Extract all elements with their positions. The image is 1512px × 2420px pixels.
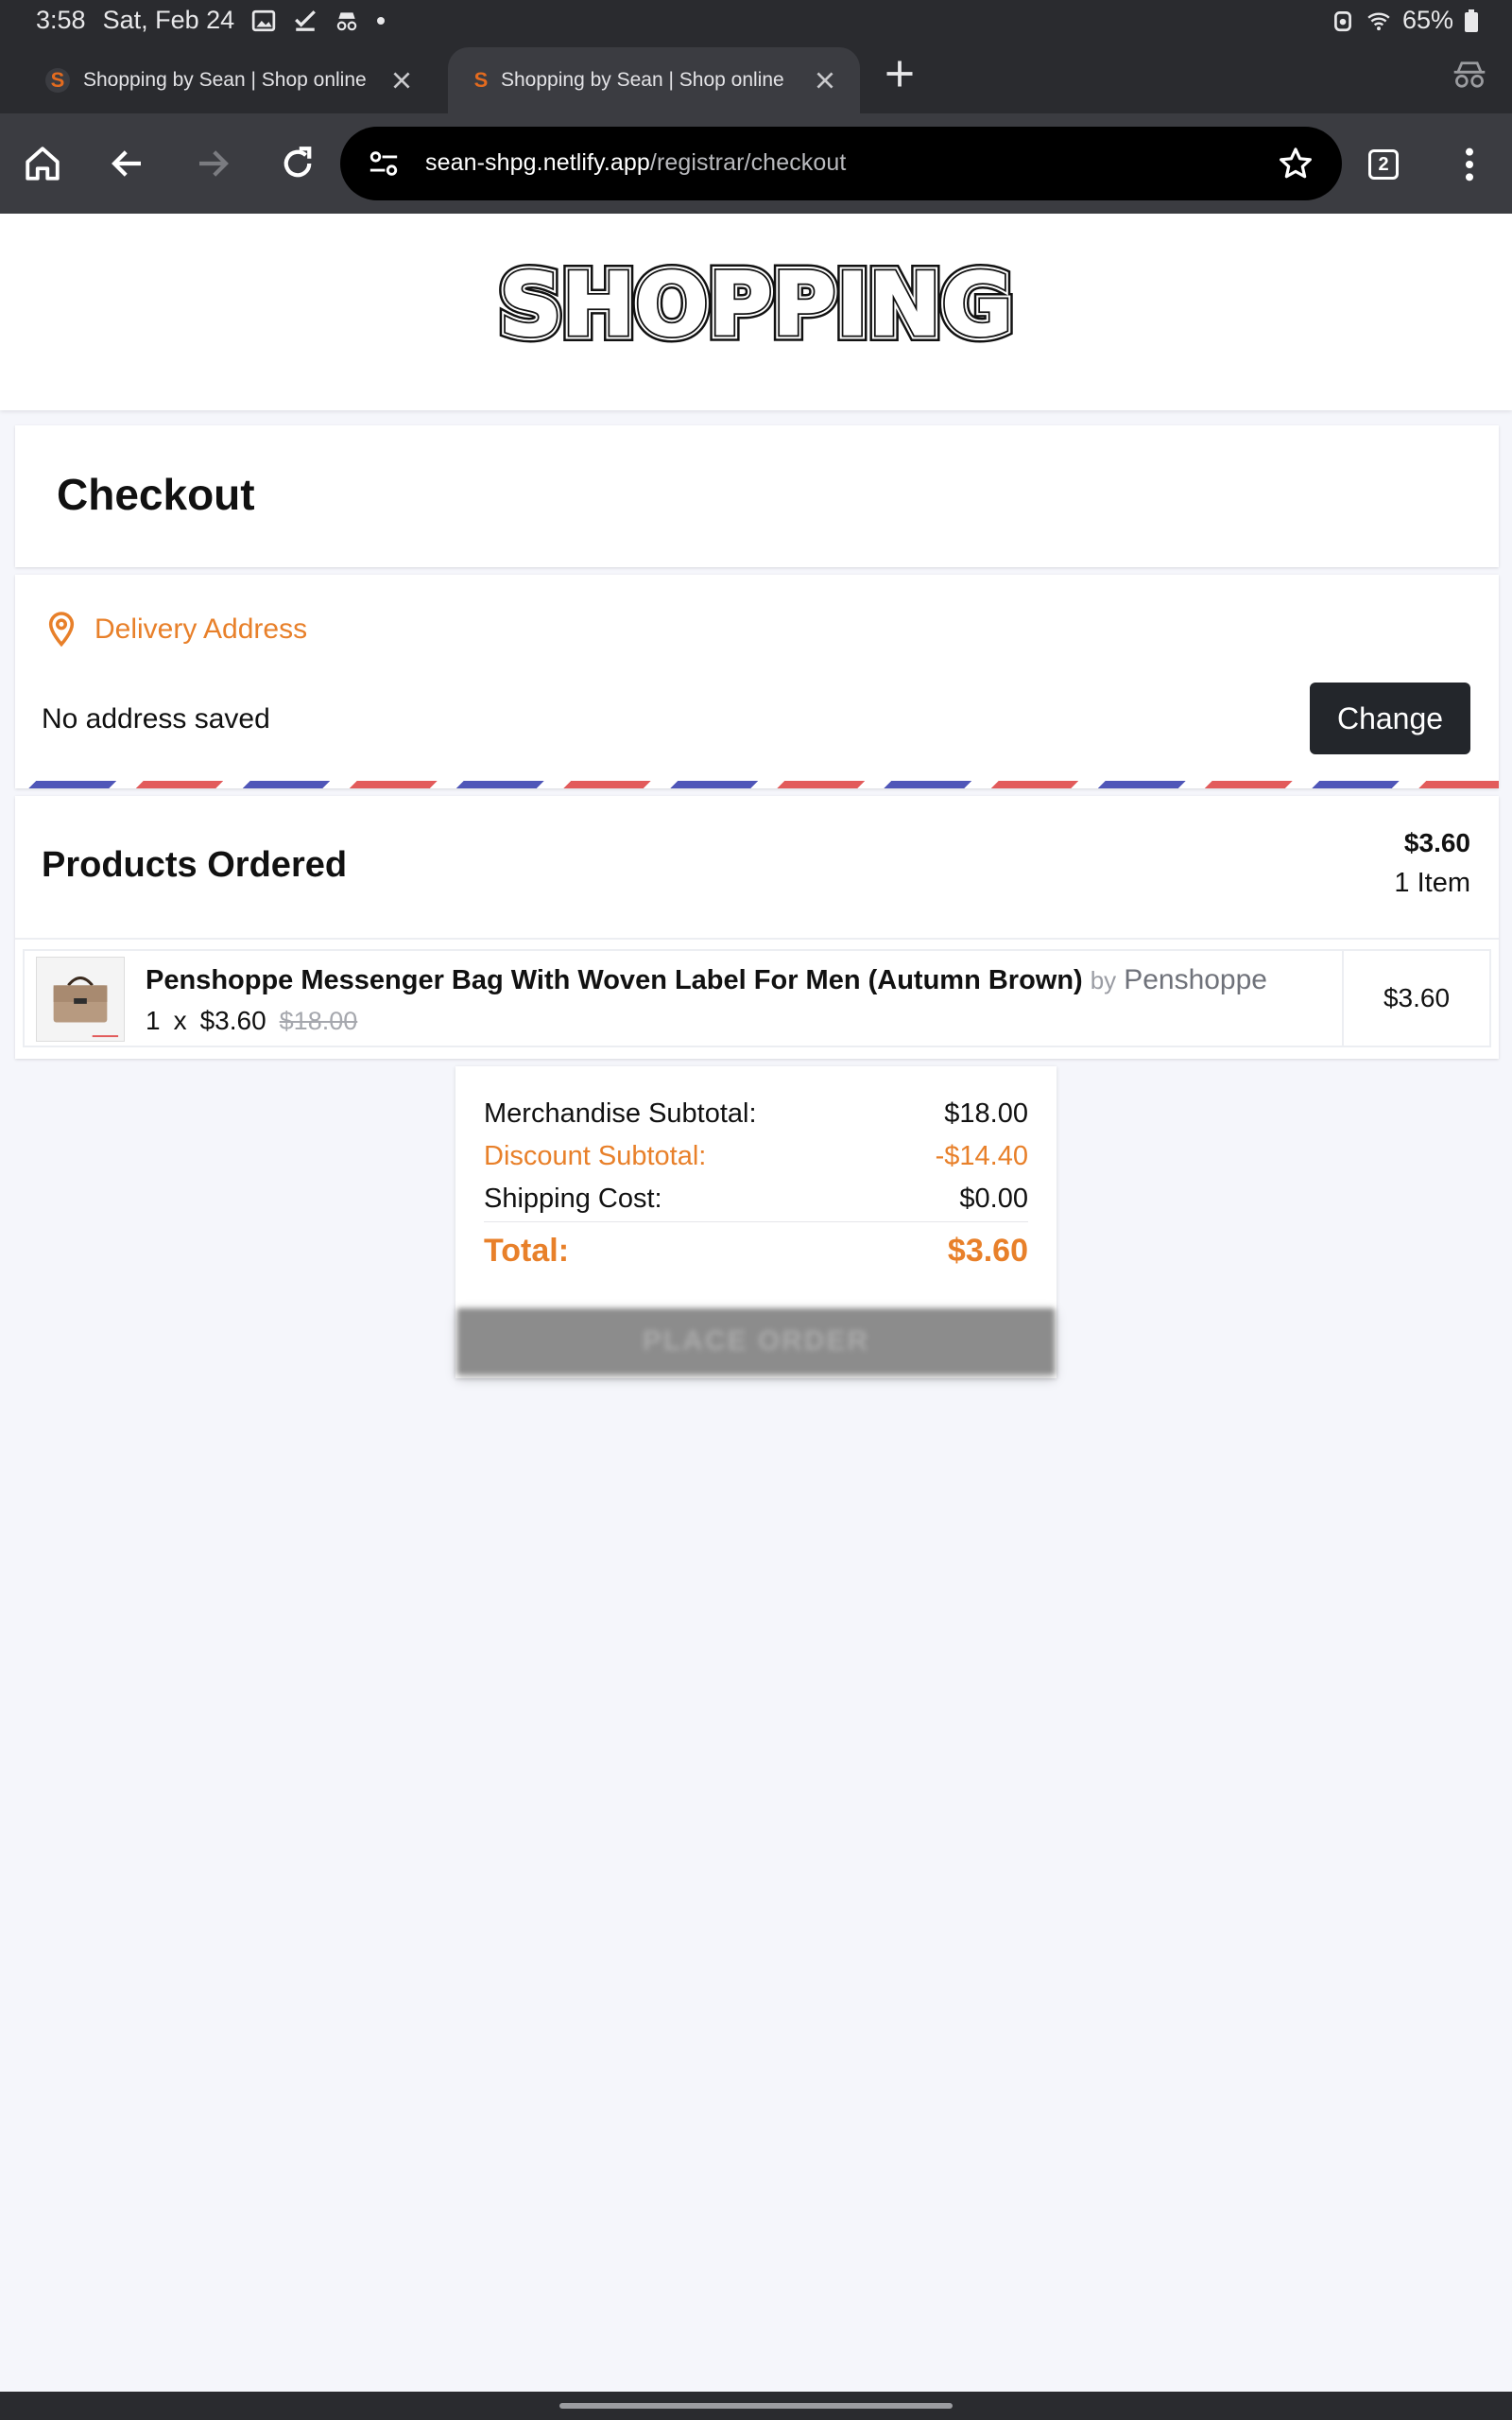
dot-icon [377, 16, 386, 25]
tab-shopping-2[interactable]: S Shopping by Sean | Shop online [448, 47, 860, 113]
order-summary: Merchandise Subtotal: $18.00 Discount Su… [455, 1066, 1057, 1378]
merchandise-subtotal-row: Merchandise Subtotal: $18.00 [484, 1098, 1028, 1130]
change-address-button[interactable]: Change [1310, 683, 1470, 754]
system-nav-bar [0, 2392, 1512, 2420]
tab-title: Shopping by Sean | Shop online [501, 69, 784, 91]
home-icon[interactable] [23, 144, 62, 183]
reload-icon[interactable] [278, 144, 318, 183]
browser-toolbar: sean-shpg.netlify.app/registrar/checkout… [0, 113, 1512, 214]
site-settings-icon[interactable] [367, 147, 401, 180]
gesture-handle[interactable] [559, 2403, 953, 2409]
products-summary: $3.60 1 Item [1394, 828, 1470, 899]
shopping-logo[interactable]: SHOPPING SHOPPING SHOPPING SHOPPING SHOP… [484, 257, 1028, 352]
product-line-total: $3.60 [1342, 951, 1489, 1046]
delivery-heading-label: Delivery Address [94, 614, 308, 645]
products-ordered-card: Products Ordered $3.60 1 Item Penshoppe … [15, 796, 1499, 1059]
merchandise-subtotal-label: Merchandise Subtotal: [484, 1098, 757, 1129]
site-favicon: S [45, 68, 70, 93]
check-icon [295, 9, 317, 31]
logo-inner: SHOPPING [499, 257, 1012, 352]
tab-title: Shopping by Sean | Shop online [83, 69, 367, 91]
site-favicon: S [473, 68, 489, 92]
alarm-icon [1334, 10, 1351, 31]
product-qty: 1 [146, 1006, 161, 1035]
product-row[interactable]: Penshoppe Messenger Bag With Woven Label… [23, 949, 1491, 1047]
site-header: SHOPPING SHOPPING SHOPPING SHOPPING SHOP… [0, 214, 1512, 410]
tab-switcher-button[interactable]: 2 [1368, 149, 1399, 180]
url-host: sean-shpg.netlify.app [425, 149, 650, 176]
product-times: x [173, 1006, 187, 1035]
product-original-price: $18.00 [279, 1007, 358, 1035]
product-by: by [1090, 966, 1117, 994]
divider [15, 938, 1499, 940]
discount-subtotal-label: Discount Subtotal: [484, 1141, 707, 1171]
incognito-tabs-icon[interactable] [1452, 59, 1487, 91]
status-bar: 3:58 Sat, Feb 24 65% [0, 0, 1512, 43]
total-value: $3.60 [947, 1233, 1028, 1269]
shipping-cost-value: $0.00 [959, 1184, 1028, 1214]
product-name[interactable]: Penshoppe Messenger Bag With Woven Label… [146, 964, 1267, 996]
shipping-cost-row: Shipping Cost: $0.00 [484, 1184, 1028, 1215]
close-tab-icon[interactable] [813, 68, 837, 93]
delivery-address-card: Delivery Address No address saved Change [15, 575, 1499, 788]
checkout-header-card: Checkout [15, 425, 1499, 567]
product-brand[interactable]: Penshoppe [1124, 964, 1267, 995]
address-bar[interactable]: sean-shpg.netlify.app/registrar/checkout [340, 127, 1342, 200]
discount-subtotal-value: -$14.40 [935, 1141, 1028, 1171]
new-tab-icon[interactable] [883, 57, 917, 91]
url-text[interactable]: sean-shpg.netlify.app/registrar/checkout [425, 149, 846, 177]
item-count: 1 Item [1394, 868, 1470, 898]
products-heading: Products Ordered [42, 845, 348, 885]
forward-icon[interactable] [193, 144, 232, 183]
url-path: /registrar/checkout [649, 149, 847, 176]
more-menu-icon[interactable] [1455, 146, 1484, 183]
incognito-icon [336, 11, 357, 30]
discount-subtotal-row: Discount Subtotal: -$14.40 [484, 1141, 1028, 1172]
total-label: Total: [484, 1233, 570, 1269]
battery-icon [1465, 9, 1478, 32]
back-icon[interactable] [108, 144, 147, 183]
summary-divider [484, 1221, 1028, 1222]
status-time: 3:58 [36, 6, 86, 34]
shipping-cost-label: Shipping Cost: [484, 1184, 662, 1214]
product-thumbnail[interactable] [36, 957, 125, 1042]
close-tab-icon[interactable] [389, 68, 414, 93]
image-icon [251, 9, 276, 31]
page-title: Checkout [57, 470, 255, 519]
tab-strip: S Shopping by Sean | Shop online S Shopp… [0, 43, 1512, 113]
wifi-icon [1367, 12, 1390, 30]
location-pin-icon [48, 612, 75, 648]
airmail-border-bottom [15, 781, 1499, 788]
products-total: $3.60 [1403, 828, 1470, 857]
product-price: $3.60 [199, 1006, 266, 1035]
tab-shopping-1[interactable]: S Shopping by Sean | Shop online [0, 47, 437, 113]
address-text: No address saved [42, 703, 270, 735]
product-quantity-line: 1 x $3.60 $18.00 [146, 1006, 357, 1036]
place-order-button[interactable]: PLACE ORDER [457, 1308, 1055, 1374]
delivery-heading: Delivery Address [45, 611, 307, 648]
status-date: Sat, Feb 24 [102, 6, 235, 34]
battery-percent: 65% [1401, 6, 1453, 34]
product-title[interactable]: Penshoppe Messenger Bag With Woven Label… [146, 965, 1083, 995]
total-row: Total: $3.60 [484, 1233, 1028, 1270]
merchandise-subtotal-value: $18.00 [944, 1098, 1028, 1129]
bookmark-star-icon[interactable] [1278, 146, 1314, 182]
